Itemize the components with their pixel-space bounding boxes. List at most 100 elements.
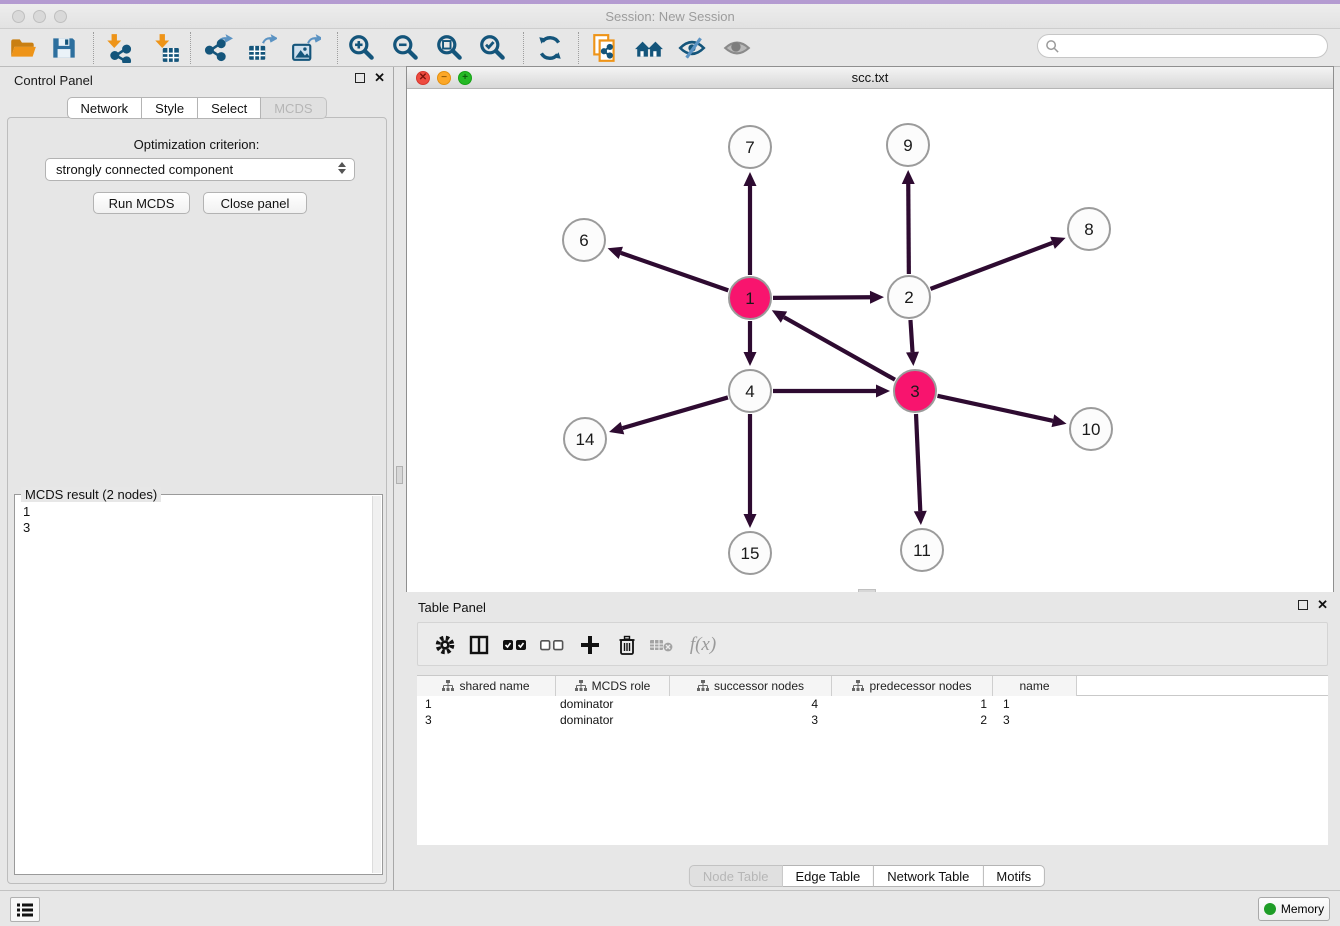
edge-4-3[interactable] [773, 385, 890, 398]
search-box[interactable] [1037, 34, 1328, 58]
node-2[interactable]: 2 [888, 276, 930, 318]
zoom-in-icon[interactable] [345, 31, 379, 65]
network-canvas[interactable]: 1 2 3 4 6 7 8 9 10 11 14 15 [407, 89, 1333, 592]
cell-shared-name[interactable]: 1 [417, 696, 556, 712]
column-header-shared-name[interactable]: shared name [417, 676, 556, 696]
node-label: 11 [913, 541, 931, 560]
deselect-all-columns-icon[interactable] [535, 628, 569, 662]
tab-edge-table[interactable]: Edge Table [782, 865, 874, 887]
node-4[interactable]: 4 [729, 370, 771, 412]
memory-label: Memory [1281, 902, 1324, 916]
cell-name[interactable]: 3 [993, 712, 1077, 728]
table-row[interactable]: 3dominator323 [417, 712, 1328, 728]
node-table[interactable]: shared name MCDS role successor nodes prede… [417, 675, 1328, 845]
edge-4-15[interactable] [744, 414, 757, 528]
memory-button[interactable]: Memory [1258, 897, 1330, 921]
node-8[interactable]: 8 [1068, 208, 1110, 250]
task-history-button[interactable] [10, 897, 40, 922]
attribute-hierarchy-icon [575, 680, 587, 692]
criterion-dropdown[interactable]: strongly connected component [45, 158, 355, 181]
edge-2-9[interactable] [902, 170, 915, 274]
cell-successor-nodes[interactable]: 4 [670, 696, 832, 712]
export-image-icon[interactable] [289, 31, 323, 65]
column-header-MCDS-role[interactable]: MCDS role [556, 676, 670, 696]
import-table-icon[interactable] [149, 31, 183, 65]
search-input[interactable] [1060, 36, 1327, 56]
refresh-view-icon[interactable] [533, 31, 567, 65]
column-header-label: name [1019, 679, 1049, 693]
table-settings-gear-icon[interactable] [428, 628, 462, 662]
node-7[interactable]: 7 [729, 126, 771, 168]
network-window-titlebar[interactable]: ✕ − + scc.txt [407, 67, 1333, 89]
tab-network-table[interactable]: Network Table [874, 865, 983, 887]
duplicate-network-icon[interactable] [588, 31, 622, 65]
network-window-title: scc.txt [407, 70, 1333, 85]
toolbar-separator [337, 32, 338, 64]
close-panel-button[interactable]: Close panel [203, 192, 307, 214]
select-all-columns-icon[interactable] [498, 628, 532, 662]
result-scrollbar[interactable] [372, 496, 381, 873]
show-all-home-icon[interactable] [632, 31, 666, 65]
edge-3-10[interactable] [937, 396, 1066, 427]
edge-2-8[interactable] [931, 237, 1066, 289]
export-table-icon[interactable] [245, 31, 279, 65]
float-table-panel-icon[interactable] [1298, 600, 1308, 610]
node-14[interactable]: 14 [564, 418, 606, 460]
hide-selected-eye-icon[interactable] [675, 31, 709, 65]
split-view-icon[interactable] [462, 628, 496, 662]
cell-predecessor-nodes[interactable]: 1 [832, 696, 993, 712]
edge-3-1[interactable] [772, 310, 895, 379]
column-header-predecessor-nodes[interactable]: predecessor nodes [832, 676, 993, 696]
table-tabs: Node TableEdge TableNetwork TableMotifs [689, 865, 1045, 887]
node-11[interactable]: 11 [901, 529, 943, 571]
node-15[interactable]: 15 [729, 532, 771, 574]
edge-2-3[interactable] [906, 320, 919, 366]
save-session-icon[interactable] [47, 31, 81, 65]
cell-name[interactable]: 1 [993, 696, 1077, 712]
table-row[interactable]: 1dominator411 [417, 696, 1328, 712]
close-table-panel-icon[interactable]: ✕ [1317, 600, 1328, 610]
cell-shared-name[interactable]: 3 [417, 712, 556, 728]
cell-MCDS-role[interactable]: dominator [556, 712, 670, 728]
zoom-fit-icon[interactable] [433, 31, 467, 65]
tab-node-table[interactable]: Node Table [689, 865, 783, 887]
node-10[interactable]: 10 [1070, 408, 1112, 450]
node-3[interactable]: 3 [894, 370, 936, 412]
open-file-icon[interactable] [6, 31, 40, 65]
add-column-plus-icon[interactable] [573, 628, 607, 662]
column-header-label: MCDS role [592, 679, 651, 693]
show-eye-icon[interactable] [720, 31, 754, 65]
edge-3-11[interactable] [914, 414, 927, 525]
edge-1-4[interactable] [744, 321, 757, 366]
column-header-successor-nodes[interactable]: successor nodes [670, 676, 832, 696]
edge-1-6[interactable] [608, 247, 729, 291]
edge-1-7[interactable] [744, 172, 757, 275]
cell-successor-nodes[interactable]: 3 [670, 712, 832, 728]
zoom-out-icon[interactable] [389, 31, 423, 65]
close-panel-icon[interactable]: ✕ [374, 73, 385, 83]
import-network-icon[interactable] [101, 31, 135, 65]
delete-column-trash-icon[interactable] [610, 628, 644, 662]
edge-1-2[interactable] [773, 291, 884, 304]
node-9[interactable]: 9 [887, 124, 929, 166]
column-header-label: predecessor nodes [869, 679, 971, 693]
cell-predecessor-nodes[interactable]: 2 [832, 712, 993, 728]
mcds-result-box: MCDS result (2 nodes) 1 3 [14, 494, 383, 875]
column-header-name[interactable]: name [993, 676, 1077, 696]
mcds-result-list[interactable]: 1 3 [15, 498, 372, 874]
float-panel-icon[interactable] [355, 73, 365, 83]
tab-select[interactable]: Select [198, 97, 261, 119]
vertical-splitter-handle[interactable] [396, 466, 403, 484]
export-network-icon[interactable] [201, 31, 235, 65]
tab-motifs[interactable]: Motifs [983, 865, 1045, 887]
run-mcds-button[interactable]: Run MCDS [93, 192, 190, 214]
cell-MCDS-role[interactable]: dominator [556, 696, 670, 712]
tab-style[interactable]: Style [142, 97, 198, 119]
tab-network[interactable]: Network [66, 97, 142, 119]
zoom-selected-icon[interactable] [476, 31, 510, 65]
node-6[interactable]: 6 [563, 219, 605, 261]
table-header-row: shared name MCDS role successor nodes prede… [417, 676, 1328, 696]
node-1[interactable]: 1 [729, 277, 771, 319]
tab-mcds[interactable]: MCDS [261, 97, 326, 119]
edge-4-14[interactable] [609, 397, 728, 434]
